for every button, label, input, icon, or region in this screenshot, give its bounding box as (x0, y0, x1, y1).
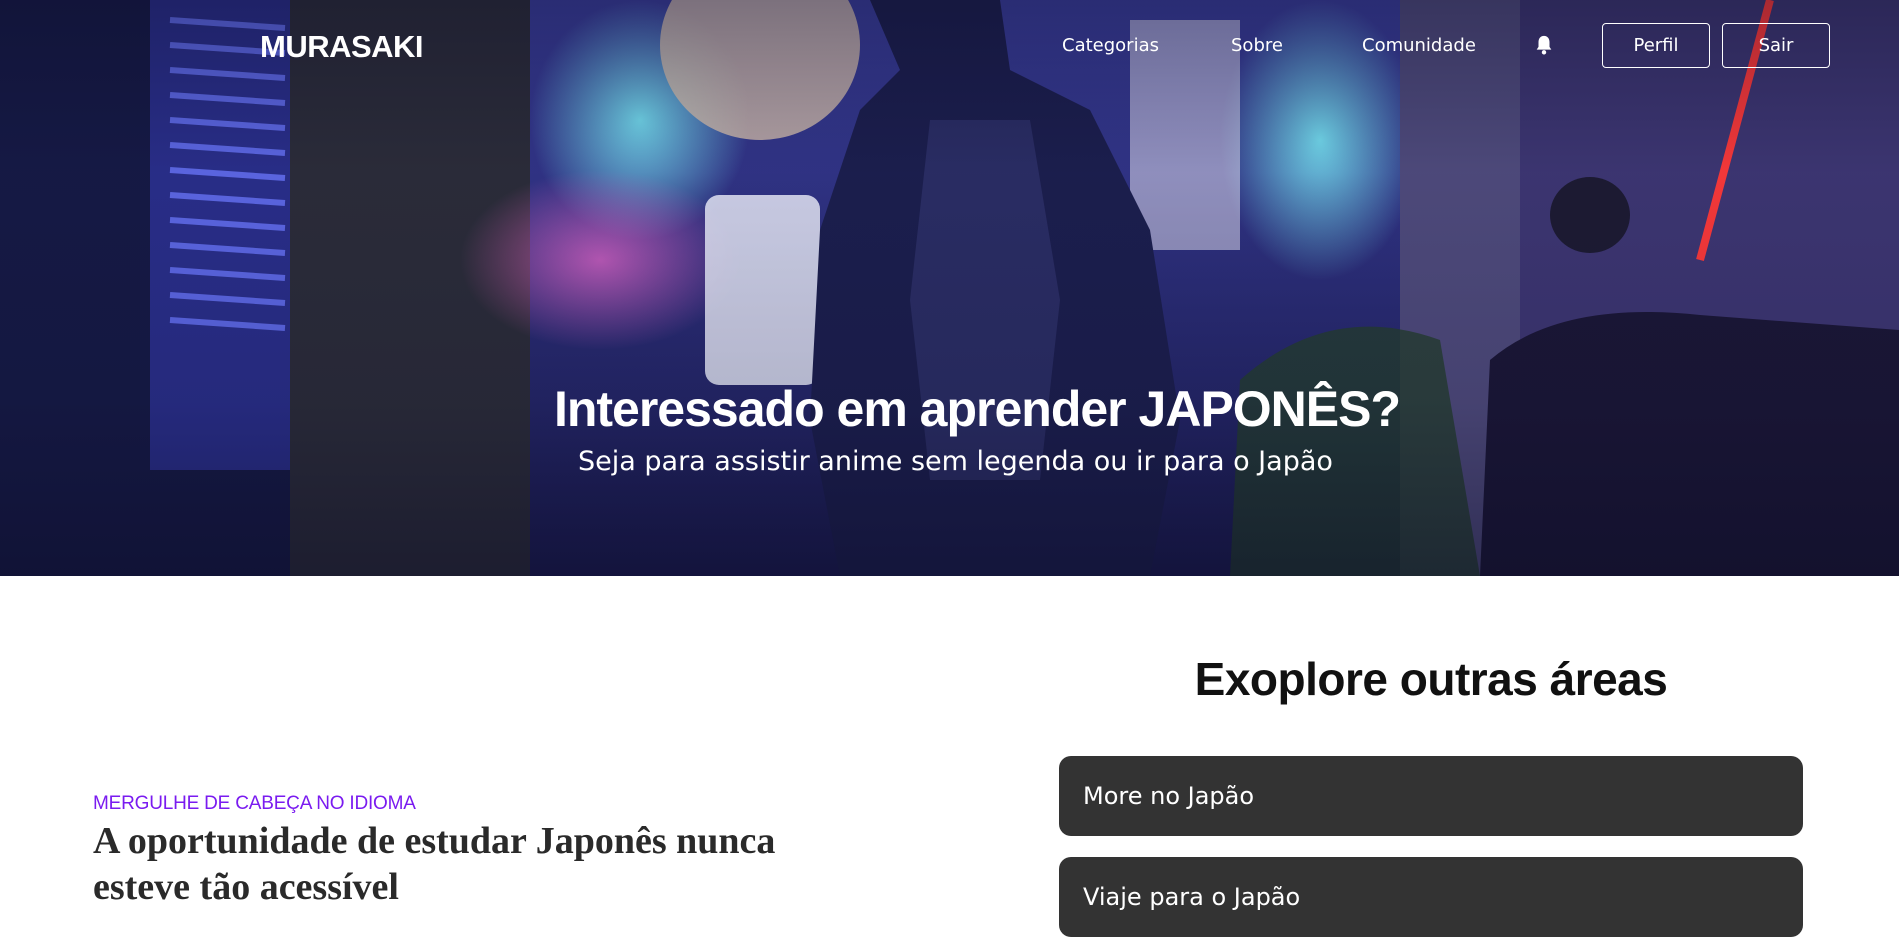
nav-link-sobre[interactable]: Sobre (1231, 35, 1283, 56)
hero-title: Interessado em aprender JAPONÊS? (553, 381, 1401, 437)
explore-card-label: More no Japão (1083, 782, 1255, 810)
top-navbar: MURASAKI Categorias Sobre Comunidade Per… (0, 0, 1899, 92)
hero-banner: MURASAKI Categorias Sobre Comunidade Per… (0, 0, 1899, 576)
hero-subtitle: Seja para assistir anime sem legenda ou … (578, 446, 1333, 477)
explore-card-label: Viaje para o Japão (1083, 883, 1301, 911)
explore-heading: Exoplore outras áreas (1194, 653, 1668, 705)
profile-button[interactable]: Perfil (1602, 23, 1710, 68)
feature-eyebrow: MERGULHE DE CABEÇA NO IDIOMA (93, 793, 416, 814)
site-logo[interactable]: MURASAKI (260, 29, 424, 65)
logout-button[interactable]: Sair (1722, 23, 1830, 68)
feature-title: A oportunidade de estudar Japonês nunca … (93, 820, 776, 908)
explore-card-viaje-para-o-japao[interactable]: Viaje para o Japão (1059, 857, 1803, 937)
explore-card-more-no-japao[interactable]: More no Japão (1059, 756, 1803, 836)
bell-icon[interactable] (1533, 33, 1555, 57)
nav-link-comunidade[interactable]: Comunidade (1362, 35, 1476, 56)
nav-link-categorias[interactable]: Categorias (1062, 35, 1159, 56)
